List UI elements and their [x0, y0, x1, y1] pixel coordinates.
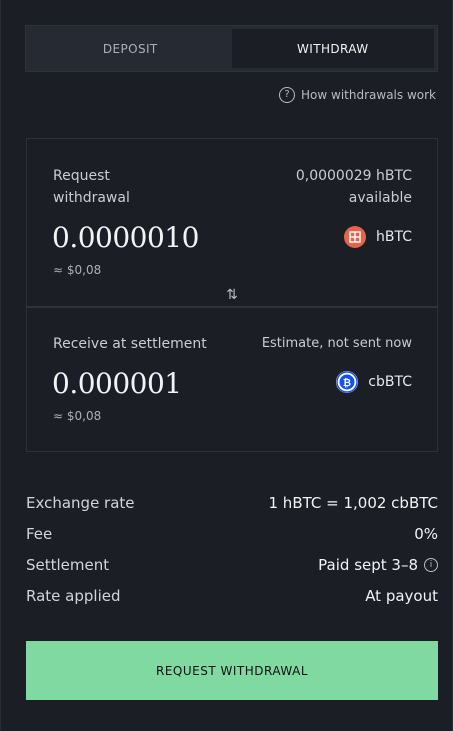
settlement-value: Paid sept 3–8	[318, 555, 418, 574]
request-amount-input[interactable]: 0.0000010	[52, 221, 199, 254]
request-label: Request withdrawal	[53, 165, 130, 209]
available-balance: 0,0000029 hBTC available	[296, 165, 412, 209]
cbbtc-token-label: cbBTC	[368, 374, 412, 390]
request-label-line2: withdrawal	[53, 190, 130, 206]
settlement-value-group: Paid sept 3–8 i	[318, 556, 438, 574]
detail-row-rate-applied: Rate applied At payout	[26, 580, 438, 611]
swap-arrows-icon: ⇅	[217, 284, 247, 306]
hbtc-token-label: hBTC	[376, 229, 412, 245]
hbtc-coin-icon	[344, 226, 367, 248]
info-icon[interactable]: i	[424, 557, 438, 572]
deposit-withdraw-tabs: DEPOSIT WITHDRAW	[25, 25, 438, 72]
question-circle-icon: ?	[279, 87, 296, 103]
exchange-rate-label: Exchange rate	[26, 493, 135, 512]
request-withdrawal-button[interactable]: REQUEST WITHDRAWAL	[26, 641, 438, 700]
receive-settlement-card: Receive at settlement Estimate, not sent…	[26, 307, 438, 452]
receive-amount: 0.000001	[52, 367, 182, 400]
detail-row-exchange-rate: Exchange rate 1 hBTC = 1,002 cbBTC	[26, 487, 438, 518]
withdrawal-details: Exchange rate 1 hBTC = 1,002 cbBTC Fee 0…	[26, 487, 438, 611]
help-link-label: How withdrawals work	[301, 88, 436, 102]
cbbtc-coin-icon: ₿	[336, 371, 359, 393]
withdraw-panel: DEPOSIT WITHDRAW ? How withdrawals work …	[0, 0, 453, 731]
rate-applied-value: At payout	[365, 586, 438, 605]
available-amount: 0,0000029 hBTC	[295, 168, 412, 184]
fee-label: Fee	[26, 524, 53, 543]
available-label: available	[348, 190, 412, 206]
cbbtc-token: ₿ cbBTC	[336, 371, 412, 393]
hbtc-token-selector: hBTC	[344, 226, 412, 248]
request-fiat-value: ≈ $0,08	[53, 263, 102, 277]
how-withdrawals-work-link[interactable]: ? How withdrawals work	[279, 86, 436, 104]
detail-row-fee: Fee 0%	[26, 518, 438, 549]
svg-text:₿: ₿	[343, 377, 351, 389]
receive-fiat-value: ≈ $0,08	[53, 409, 102, 423]
fee-value: 0%	[414, 524, 438, 543]
request-withdrawal-card: Request withdrawal 0,0000029 hBTC availa…	[26, 138, 438, 307]
settlement-label: Settlement	[26, 555, 110, 574]
estimate-note: Estimate, not sent now	[261, 336, 412, 351]
receive-label: Receive at settlement	[53, 336, 207, 352]
request-label-line1: Request	[53, 168, 110, 184]
card-divider	[26, 307, 438, 308]
rate-applied-label: Rate applied	[26, 586, 121, 605]
tab-deposit[interactable]: DEPOSIT	[29, 29, 232, 68]
tab-withdraw[interactable]: WITHDRAW	[231, 29, 434, 68]
exchange-rate-value: 1 hBTC = 1,002 cbBTC	[268, 493, 439, 512]
detail-row-settlement: Settlement Paid sept 3–8 i	[26, 549, 438, 580]
